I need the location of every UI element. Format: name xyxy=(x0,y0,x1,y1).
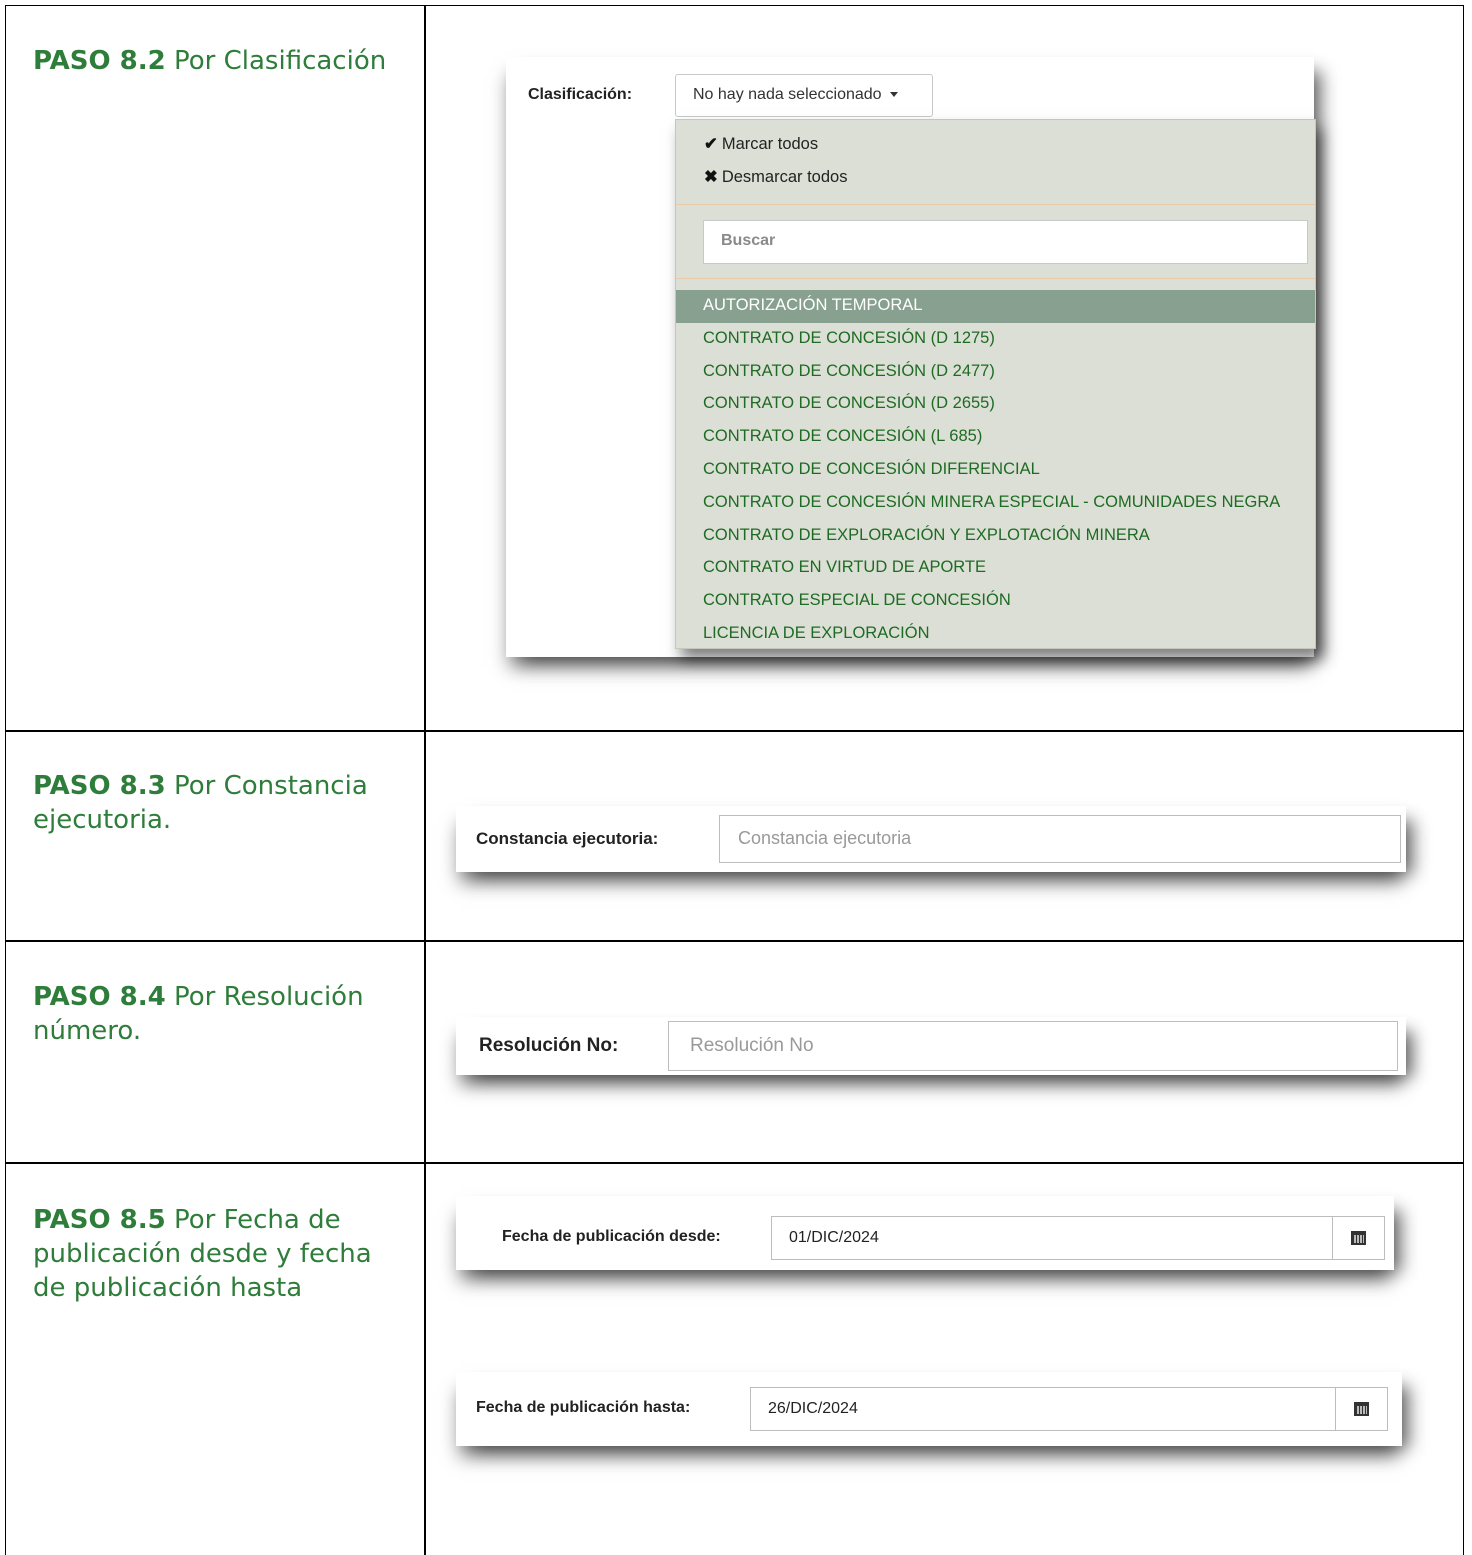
option-item[interactable]: CONTRATO DE CONCESIÓN (D 2477) xyxy=(676,356,1315,389)
constancia-input[interactable]: Constancia ejecutoria xyxy=(719,815,1401,863)
resolucion-input[interactable]: Resolución No xyxy=(668,1021,1398,1071)
caret-down-icon xyxy=(889,92,898,98)
option-item[interactable]: CONTRATO DE CONCESIÓN (L 685) xyxy=(676,421,1315,454)
fecha-desde-input[interactable]: 01/DIC/2024 xyxy=(771,1216,1385,1260)
fecha-desde-value: 01/DIC/2024 xyxy=(789,1229,879,1246)
table-row-divider xyxy=(5,940,1464,942)
resolucion-label: Resolución No: xyxy=(479,1035,619,1056)
option-item[interactable]: AUTORIZACIÓN TEMPORAL xyxy=(676,290,1315,323)
calendar-icon xyxy=(1351,1231,1366,1245)
step-8-3: PASO 8.3 Por Constancia ejecutoria. xyxy=(33,771,368,835)
table-row-divider xyxy=(5,1162,1464,1164)
menu-divider xyxy=(676,278,1315,279)
dropdown-search-input[interactable]: Buscar xyxy=(703,220,1308,264)
fecha-hasta-input[interactable]: 26/DIC/2024 xyxy=(750,1387,1388,1431)
option-item[interactable]: CONTRATO ESPECIAL DE CONCESIÓN xyxy=(676,585,1315,618)
fecha-desde-calendar-button[interactable] xyxy=(1332,1217,1384,1259)
option-item[interactable]: CONTRATO DE CONCESIÓN MINERA ESPECIAL - … xyxy=(676,487,1315,520)
option-item[interactable]: CONTRATO DE CONCESIÓN DIFERENCIAL xyxy=(676,454,1315,487)
menu-divider xyxy=(676,204,1315,205)
step-8-2: PASO 8.2 Por Clasificación xyxy=(33,46,387,76)
step-8-4: PASO 8.4 Por Resolución número. xyxy=(33,982,364,1046)
table-row-divider xyxy=(5,730,1464,732)
option-item[interactable]: CONTRATO EN VIRTUD DE APORTE xyxy=(676,552,1315,585)
times-icon: ✖ xyxy=(704,168,718,186)
fecha-desde-label: Fecha de publicación desde: xyxy=(502,1228,721,1245)
option-item[interactable]: CONTRATO DE CONCESIÓN (D 1275) xyxy=(676,323,1315,356)
dropdown-button-text: No hay nada seleccionado xyxy=(693,86,882,103)
select-all-action[interactable]: ✔ Marcar todos xyxy=(704,134,818,154)
calendar-icon xyxy=(1354,1402,1369,1416)
deselect-all-label: Desmarcar todos xyxy=(721,168,848,186)
table-column-divider xyxy=(424,5,426,1555)
clasificacion-dropdown-button[interactable]: No hay nada seleccionado xyxy=(675,74,933,117)
option-item[interactable]: CONTRATO DE EXPLORACIÓN Y EXPLOTACIÓN MI… xyxy=(676,520,1315,553)
fecha-hasta-label: Fecha de publicación hasta: xyxy=(476,1399,691,1416)
fecha-hasta-value: 26/DIC/2024 xyxy=(768,1400,858,1417)
clasificacion-dropdown-menu: ✔ Marcar todos ✖ Desmarcar todos Buscar AU… xyxy=(675,119,1316,649)
deselect-all-action[interactable]: ✖ Desmarcar todos xyxy=(704,167,847,187)
select-all-label: Marcar todos xyxy=(721,135,819,153)
fecha-hasta-calendar-button[interactable] xyxy=(1335,1388,1387,1430)
option-item[interactable]: LICENCIA DE EXPLORACIÓN xyxy=(676,618,1315,651)
check-icon: ✔ xyxy=(704,135,718,153)
clasificacion-label: Clasificación: xyxy=(528,86,633,103)
option-item[interactable]: CONTRATO DE CONCESIÓN (D 2655) xyxy=(676,388,1315,421)
constancia-label: Constancia ejecutoria: xyxy=(476,829,659,848)
step-8-5: PASO 8.5 Por Fecha de publicación desde … xyxy=(33,1205,372,1303)
